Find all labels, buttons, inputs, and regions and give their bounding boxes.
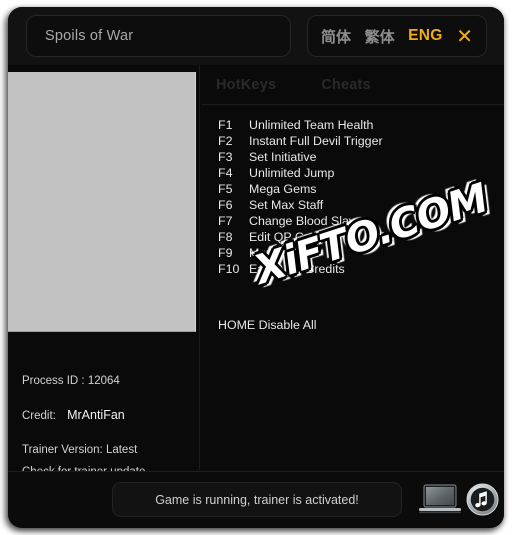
hotkey-description: Earn Max Credits: [249, 262, 345, 276]
hotkey-row[interactable]: F1 Unlimited Team Health: [201, 118, 504, 134]
credit-label: Credit:: [22, 410, 56, 422]
left-panel: Process ID : 12064 Credit: MrAntiFan Tra…: [8, 65, 200, 478]
laptop-icon[interactable]: [418, 484, 462, 515]
hotkey-description: Unlimited Team Health: [249, 118, 374, 132]
tab-hotkeys[interactable]: HotKeys: [216, 77, 276, 93]
hotkey-row[interactable]: F6 Set Max Staff: [201, 198, 504, 214]
credit-row: Credit: MrAntiFan: [22, 408, 202, 422]
hotkey-key: F2: [218, 134, 233, 148]
lang-option-simplified[interactable]: 简体: [321, 26, 351, 47]
title-bar: Spoils of War 简体 繁体 ENG ✕: [8, 7, 504, 65]
lang-option-traditional[interactable]: 繁体: [365, 26, 395, 47]
hotkey-description: Max Tension: [249, 246, 319, 260]
game-title-field[interactable]: Spoils of War: [26, 15, 291, 57]
hotkey-key: F7: [218, 214, 233, 228]
status-field: Game is running, trainer is activated!: [112, 482, 402, 517]
hotkey-key: F3: [218, 150, 233, 164]
credit-value: MrAntiFan: [67, 408, 125, 422]
lang-option-english[interactable]: ENG: [408, 27, 443, 45]
close-icon[interactable]: ✕: [456, 26, 473, 46]
trainer-window: Spoils of War 简体 繁体 ENG ✕ Process ID : 1…: [8, 7, 504, 528]
content-area: Process ID : 12064 Credit: MrAntiFan Tra…: [8, 65, 504, 478]
process-id-row: Process ID : 12064: [22, 375, 202, 387]
game-cover-image: [8, 72, 196, 332]
hotkey-row[interactable]: F5 Mega Gems: [201, 182, 504, 198]
hotkey-description: Unlimited Jump: [249, 166, 335, 180]
status-message: Game is running, trainer is activated!: [155, 492, 359, 507]
screenshot-root: Spoils of War 简体 繁体 ENG ✕ Process ID : 1…: [0, 0, 512, 535]
trainer-version: Trainer Version: Latest: [22, 444, 138, 456]
tab-cheats[interactable]: Cheats: [321, 77, 371, 93]
hotkey-key: F9: [218, 246, 233, 260]
hotkey-description: Set Initiative: [249, 150, 317, 164]
hotkey-key: F10: [218, 262, 240, 276]
hotkey-description: Instant Full Devil Trigger: [249, 134, 383, 148]
music-note-icon[interactable]: [466, 483, 499, 516]
hotkey-description: Set Max Staff: [249, 198, 324, 212]
hotkey-row[interactable]: F2 Instant Full Devil Trigger: [201, 134, 504, 150]
hotkey-row[interactable]: F3 Set Initiative: [201, 150, 504, 166]
hotkey-description: Change Blood Slaves: [249, 214, 369, 228]
hotkey-key: F4: [218, 166, 233, 180]
hotkey-row[interactable]: F9 Max Tension: [201, 246, 504, 262]
trainer-info-block: Process ID : 12064 Credit: MrAntiFan Tra…: [22, 375, 202, 480]
hotkey-row[interactable]: F7 Change Blood Slaves: [201, 214, 504, 230]
hotkey-row[interactable]: F10 Earn Max Credits: [201, 262, 504, 278]
hotkey-row[interactable]: F4 Unlimited Jump: [201, 166, 504, 182]
language-selector: 简体 繁体 ENG ✕: [307, 15, 487, 57]
hotkey-row[interactable]: F8 Edit QP Credits: [201, 230, 504, 246]
hotkey-key: F6: [218, 198, 233, 212]
page-title: Spoils of War: [45, 28, 134, 44]
hotkey-description: Mega Gems: [249, 182, 317, 196]
right-panel: HotKeys Cheats F1 Unlimited Team Health …: [201, 65, 504, 470]
process-id-label: Process ID :: [22, 375, 85, 387]
hotkey-key: F8: [218, 230, 233, 244]
process-id-value: 12064: [87, 375, 120, 387]
disable-all-row[interactable]: HOME Disable All: [218, 318, 316, 332]
hotkey-list: F1 Unlimited Team Health F2 Instant Full…: [201, 118, 504, 278]
hotkey-description: Edit QP Credits: [249, 230, 335, 244]
status-bar: Game is running, trainer is activated!: [8, 471, 504, 528]
tab-bar: HotKeys Cheats: [201, 65, 504, 105]
hotkey-key: F1: [218, 118, 233, 132]
hotkey-key: F5: [218, 182, 233, 196]
